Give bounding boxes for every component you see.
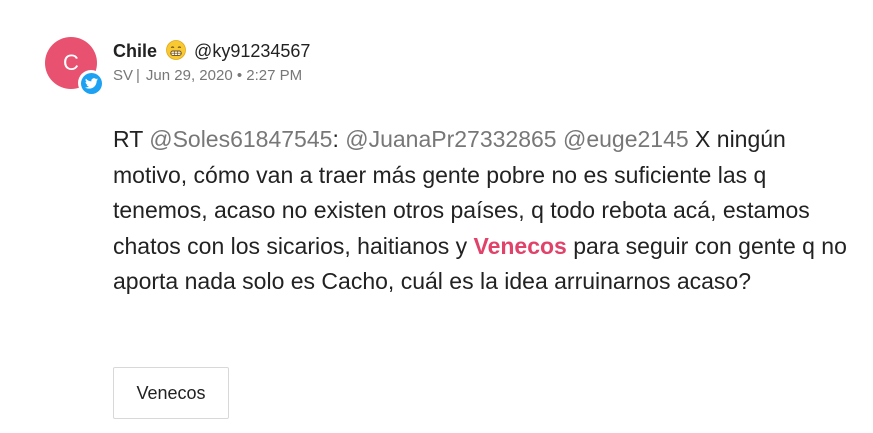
meta-dot: •: [236, 67, 243, 84]
retweet-prefix: RT: [113, 126, 150, 152]
post-time: 2:27 PM: [246, 67, 303, 84]
author-name[interactable]: Chile: [113, 41, 157, 61]
twitter-bird-icon: [80, 72, 102, 94]
post-text: RT @Soles61847545: @JuanaPr27332865 @eug…: [113, 122, 853, 300]
meta-separator: |: [136, 67, 140, 84]
mention-link[interactable]: @Soles61847545: [149, 126, 332, 152]
author-handle[interactable]: @ky91234567: [194, 41, 310, 61]
text-colon: :: [332, 126, 346, 152]
keyword-tag-button[interactable]: Venecos: [113, 367, 229, 419]
country-code: SV: [113, 67, 134, 84]
mention-link[interactable]: @JuanaPr27332865: [345, 126, 556, 152]
avatar-letter: C: [63, 50, 79, 75]
post-date: Jun 29, 2020: [145, 67, 233, 84]
grimacing-face-icon: [166, 40, 186, 65]
post-card: C Chile @ky91234567 SV | Jun 29, 2020 • 2:: [0, 0, 873, 433]
author-line: Chile @ky91234567: [113, 40, 310, 65]
twitter-badge: [78, 70, 104, 96]
highlighted-keyword: Venecos: [473, 232, 567, 259]
mention-link[interactable]: @euge2145: [563, 126, 689, 152]
post-meta: SV | Jun 29, 2020 • 2:27 PM: [113, 67, 302, 84]
